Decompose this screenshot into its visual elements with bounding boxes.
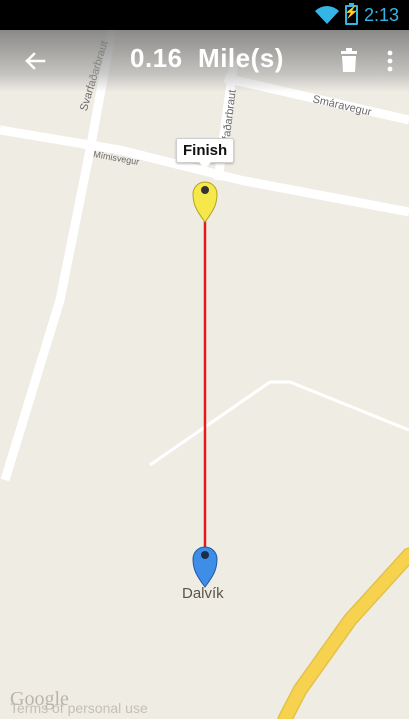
- more-vert-icon[interactable]: [380, 44, 400, 78]
- wifi-icon: [314, 6, 339, 24]
- back-arrow-icon[interactable]: [18, 44, 52, 78]
- action-bar: 0.16 Mile(s): [0, 30, 409, 92]
- finish-label: Finish: [176, 138, 235, 169]
- battery-charging-icon: [344, 3, 359, 25]
- city-label: Dalvík: [182, 585, 224, 602]
- terms-link[interactable]: Terms of personal use: [10, 700, 148, 716]
- clock: 2:13: [363, 4, 399, 25]
- trash-icon[interactable]: [334, 44, 364, 78]
- status-bar: 2:13: [0, 0, 409, 30]
- distance-title: 0.16 Mile(s): [130, 43, 284, 73]
